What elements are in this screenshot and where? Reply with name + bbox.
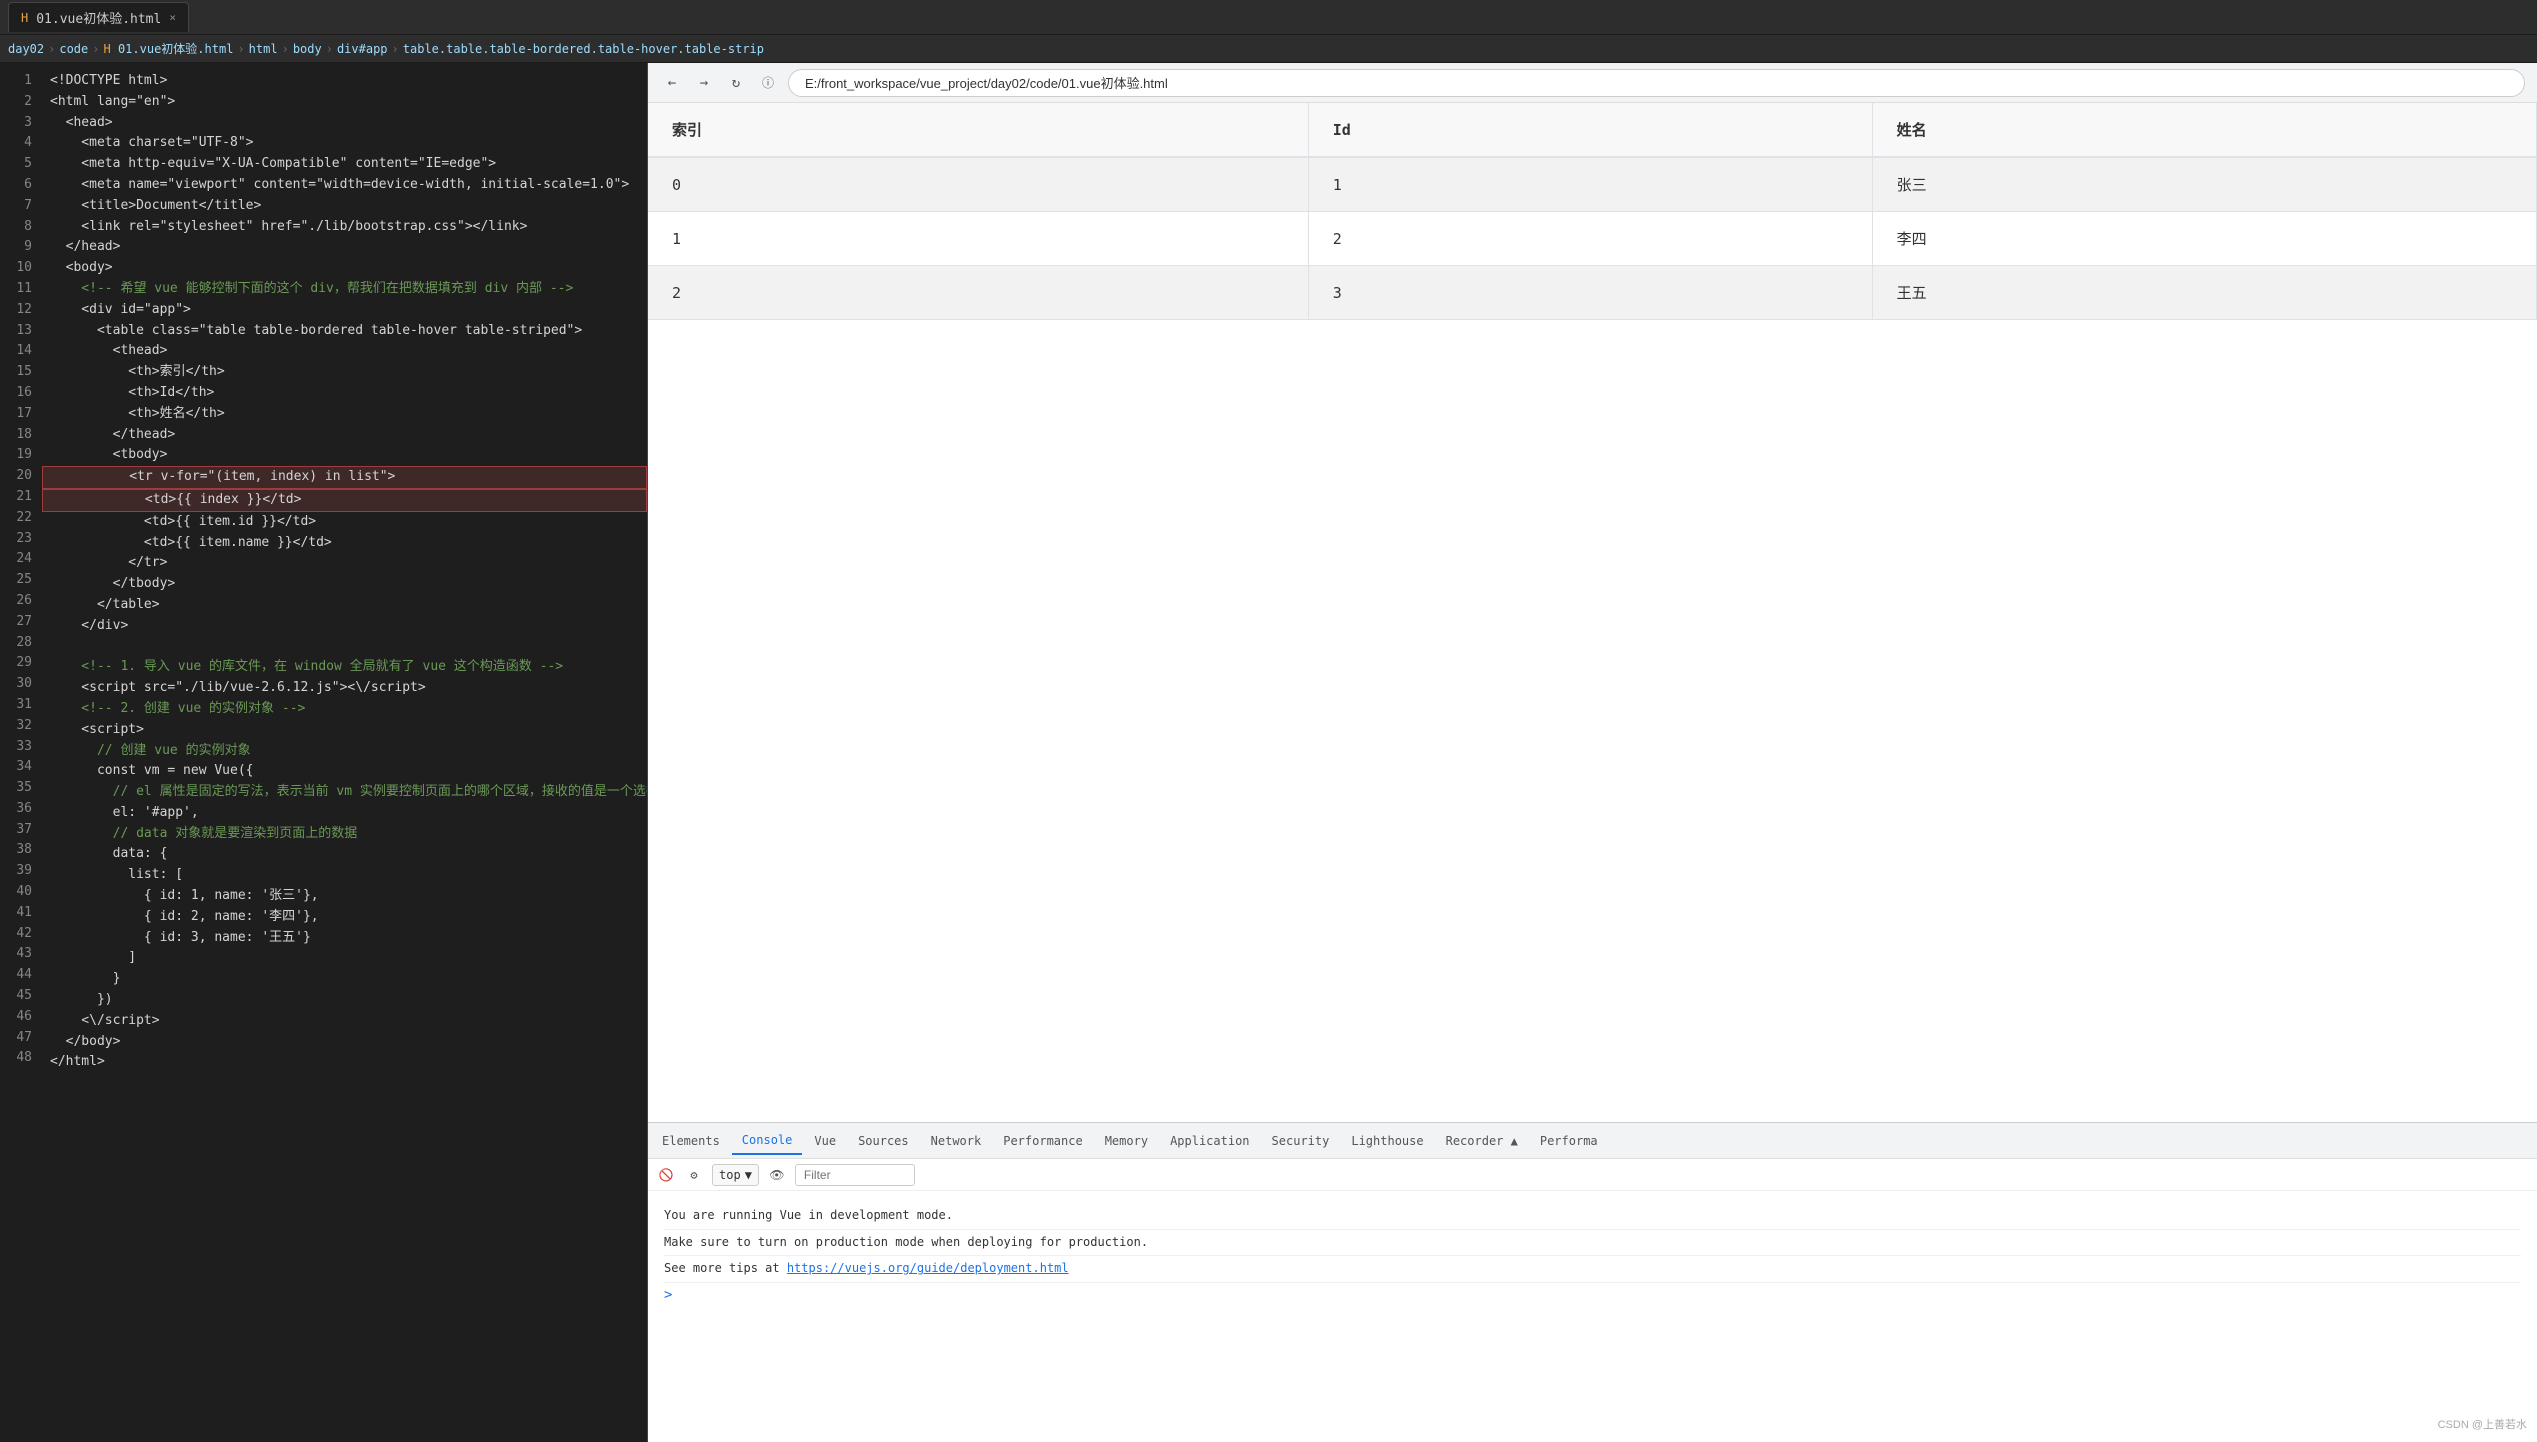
breadcrumb-div-app[interactable]: div#app <box>337 42 388 56</box>
browser-content: 索引 Id 姓名 01张三12李四23王五 ElementsConsoleVue… <box>648 103 2537 1442</box>
refresh-button[interactable]: ↻ <box>724 71 748 95</box>
breadcrumb-code[interactable]: code <box>59 42 88 56</box>
col-header-name: 姓名 <box>1872 103 2536 157</box>
devtools-tab-console[interactable]: Console <box>732 1127 803 1155</box>
code-lines[interactable]: <!DOCTYPE html><html lang="en"> <head> <… <box>42 63 647 1442</box>
devtools-clear-btn[interactable]: 🚫 <box>656 1165 676 1185</box>
console-prompt: > <box>664 1283 2521 1308</box>
breadcrumb-body[interactable]: body <box>293 42 322 56</box>
address-bar: ← → ↻ ⓘ <box>648 63 2537 103</box>
forward-button[interactable]: → <box>692 71 716 95</box>
col-header-index: 索引 <box>648 103 1308 157</box>
html-file-icon: H <box>21 11 28 25</box>
devtools-tab-elements[interactable]: Elements <box>652 1127 730 1155</box>
top-label: top <box>719 1168 741 1182</box>
cell-index: 0 <box>648 157 1308 212</box>
breadcrumb: day02 › code › H 01.vue初体验.html › html ›… <box>0 35 2537 63</box>
console-output: You are running Vue in development mode.… <box>648 1191 2537 1442</box>
devtools-tab-recorder-▲[interactable]: Recorder ▲ <box>1436 1127 1528 1155</box>
devtools-eye-btn[interactable]: 👁 <box>767 1165 787 1185</box>
devtools-tab-security[interactable]: Security <box>1262 1127 1340 1155</box>
cell-name: 王五 <box>1872 266 2536 320</box>
cell-name: 张三 <box>1872 157 2536 212</box>
code-content: 1234567891011121314151617181920212223242… <box>0 63 647 1442</box>
console-link[interactable]: https://vuejs.org/guide/deployment.html <box>787 1261 1069 1275</box>
breadcrumb-day02[interactable]: day02 <box>8 42 44 56</box>
code-editor: 1234567891011121314151617181920212223242… <box>0 63 648 1442</box>
devtools-settings-btn[interactable]: ⚙ <box>684 1165 704 1185</box>
breadcrumb-sep-5: › <box>326 42 333 56</box>
cell-id: 2 <box>1308 212 1872 266</box>
devtools-tabs: ElementsConsoleVueSourcesNetworkPerforma… <box>648 1123 2537 1159</box>
breadcrumb-sep-2: › <box>92 42 99 56</box>
top-selector[interactable]: top ▼ <box>712 1164 759 1186</box>
devtools-tab-network[interactable]: Network <box>921 1127 992 1155</box>
top-chevron-icon: ▼ <box>745 1168 752 1182</box>
cell-index: 1 <box>648 212 1308 266</box>
console-message-2: Make sure to turn on production mode whe… <box>664 1230 2521 1257</box>
tab-bar: H 01.vue初体验.html × <box>0 0 2537 35</box>
vue-table-area: 索引 Id 姓名 01张三12李四23王五 <box>648 103 2537 1122</box>
breadcrumb-sep-4: › <box>282 42 289 56</box>
cell-id: 1 <box>1308 157 1872 212</box>
tab-title: 01.vue初体验.html <box>36 8 161 27</box>
editor-tab[interactable]: H 01.vue初体验.html × <box>8 2 189 32</box>
breadcrumb-sep-1: › <box>48 42 55 56</box>
cell-index: 2 <box>648 266 1308 320</box>
data-table: 索引 Id 姓名 01张三12李四23王五 <box>648 103 2537 320</box>
line-numbers: 1234567891011121314151617181920212223242… <box>0 63 42 1442</box>
table-row: 23王五 <box>648 266 2537 320</box>
cell-name: 李四 <box>1872 212 2536 266</box>
breadcrumb-table[interactable]: table.table.table-bordered.table-hover.t… <box>403 42 764 56</box>
col-header-id: Id <box>1308 103 1872 157</box>
address-input[interactable] <box>788 69 2525 97</box>
breadcrumb-html[interactable]: html <box>249 42 278 56</box>
breadcrumb-sep-3: › <box>237 42 244 56</box>
devtools-tab-lighthouse[interactable]: Lighthouse <box>1341 1127 1433 1155</box>
filter-input[interactable] <box>795 1164 915 1186</box>
devtools-toolbar: 🚫 ⚙ top ▼ 👁 <box>648 1159 2537 1191</box>
devtools: ElementsConsoleVueSourcesNetworkPerforma… <box>648 1122 2537 1442</box>
main-area: 1234567891011121314151617181920212223242… <box>0 63 2537 1442</box>
devtools-tab-vue[interactable]: Vue <box>804 1127 846 1155</box>
info-button[interactable]: ⓘ <box>756 71 780 95</box>
breadcrumb-html-file[interactable]: H 01.vue初体验.html <box>104 40 234 57</box>
console-message-1: You are running Vue in development mode. <box>664 1203 2521 1230</box>
devtools-tab-memory[interactable]: Memory <box>1095 1127 1158 1155</box>
breadcrumb-sep-6: › <box>392 42 399 56</box>
devtools-tab-performance[interactable]: Performance <box>993 1127 1092 1155</box>
table-row: 12李四 <box>648 212 2537 266</box>
console-message-3: See more tips at https://vuejs.org/guide… <box>664 1256 2521 1283</box>
table-row: 01张三 <box>648 157 2537 212</box>
devtools-tab-application[interactable]: Application <box>1160 1127 1259 1155</box>
back-button[interactable]: ← <box>660 71 684 95</box>
tab-close-button[interactable]: × <box>169 11 176 24</box>
devtools-tab-sources[interactable]: Sources <box>848 1127 919 1155</box>
devtools-tab-performa[interactable]: Performa <box>1530 1127 1608 1155</box>
browser-panel: ← → ↻ ⓘ 索引 Id 姓名 01张三12李 <box>648 63 2537 1442</box>
watermark: CSDN @上善若水 <box>2438 1416 2527 1432</box>
cell-id: 3 <box>1308 266 1872 320</box>
